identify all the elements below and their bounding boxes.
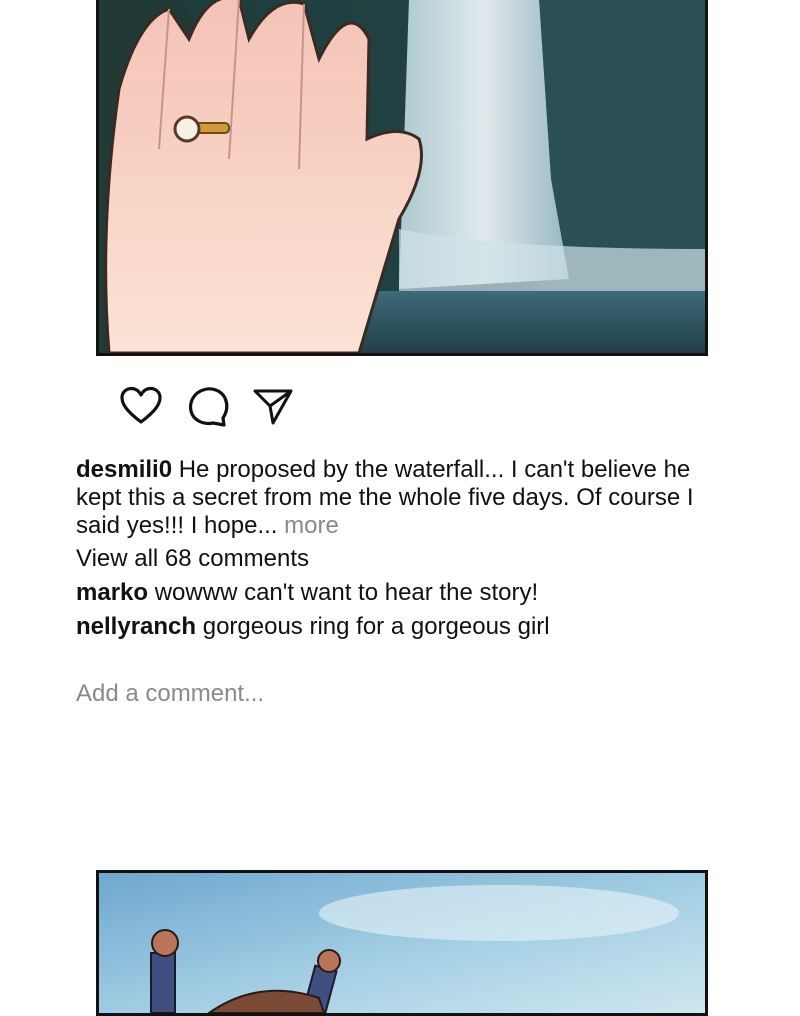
paper-plane-icon (253, 389, 293, 425)
view-all-comments-link[interactable]: View all 68 comments (76, 545, 309, 573)
caption-username[interactable]: desmili0 (76, 456, 172, 483)
like-button[interactable] (118, 383, 164, 429)
add-comment-input[interactable]: Add a comment... (76, 680, 696, 708)
share-button[interactable] (250, 383, 296, 429)
comment-item: marko wowww can't want to hear the story… (76, 579, 538, 607)
cheering-sky-illustration (99, 873, 705, 1013)
comment-item: nellyranch gorgeous ring for a gorgeous … (76, 613, 550, 641)
comment-text: wowww can't want to hear the story! (154, 579, 539, 606)
more-link[interactable]: more (284, 512, 339, 539)
comment-button[interactable] (184, 383, 230, 429)
speech-bubble-icon (188, 387, 229, 427)
comment-username[interactable]: nellyranch (76, 613, 196, 640)
post-actions-bar (118, 383, 296, 429)
heart-icon (120, 386, 162, 424)
post-image-hand-ring-waterfall (96, 0, 708, 356)
comment-text: gorgeous ring for a gorgeous girl (202, 613, 550, 640)
comment-username[interactable]: marko (76, 579, 148, 606)
post-caption: desmili0 He proposed by the waterfall...… (76, 456, 736, 540)
waterfall-hand-illustration (99, 0, 705, 353)
next-post-image-cheering (96, 870, 708, 1016)
